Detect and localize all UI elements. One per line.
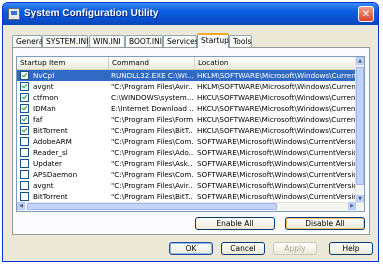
cell-location: HKCU\SOFTWARE\Microsoft\Windows\CurrentV… [197, 104, 357, 113]
list-header: Startup Item Command Location [17, 57, 364, 70]
startup-item-checkbox[interactable] [20, 137, 29, 146]
startup-item-checkbox[interactable] [20, 82, 29, 91]
cell-location: HKCU\SOFTWARE\Microsoft\Windows\CurrentV… [197, 126, 357, 135]
startup-item-checkbox[interactable] [20, 104, 29, 113]
cell-command: "C:\Program Files\Form... [111, 115, 193, 124]
cell-startup-item: faf [33, 115, 43, 124]
vertical-scroll-thumb[interactable] [356, 67, 364, 185]
cell-command: C:\WINDOWS\system... [111, 93, 193, 102]
list-row[interactable]: Reader_sl "C:\Program Files\Ado... SOFTWAR… [17, 147, 358, 158]
cell-startup-item: AdobeARM [33, 137, 72, 146]
close-button[interactable]: ✕ [358, 6, 374, 22]
cell-command: "C:\Program Files\BitT... [111, 192, 193, 201]
app-icon [8, 8, 20, 20]
startup-item-checkbox[interactable] [20, 159, 29, 168]
cell-startup-item: ctfmon [33, 93, 59, 102]
list-row[interactable]: APSDaemon "C:\Program Files\Com... SOFTWAR… [17, 169, 358, 180]
cancel-button[interactable]: Cancel [221, 242, 265, 255]
cell-startup-item: BitTorrent [33, 126, 68, 135]
title-bar[interactable]: System Configuration Utility ✕ [3, 3, 378, 25]
cell-location: SOFTWARE\Microsoft\Windows\CurrentVersio… [197, 159, 357, 168]
startup-item-checkbox[interactable] [20, 181, 29, 190]
list-row[interactable]: NvCpl RUNDLL32.EXE C:\WI... HKLM\SOFTWARE\… [17, 70, 358, 81]
tab-services[interactable]: Services [163, 35, 199, 47]
cell-command: RUNDLL32.EXE C:\WI... [111, 71, 193, 80]
list-row[interactable]: faf "C:\Program Files\Form... HKCU\SOFTWAR… [17, 114, 358, 125]
list-row[interactable]: ctfmon C:\WINDOWS\system... HKCU\SOFTWARE\… [17, 92, 358, 103]
tab-win-ini[interactable]: WIN.INI [89, 35, 125, 47]
column-header-command[interactable]: Command [109, 57, 195, 69]
cell-command: "C:\Program Files\Ado... [111, 148, 193, 157]
tab-general[interactable]: General [12, 35, 46, 47]
cell-command: E:\Internet Download ... [111, 104, 193, 113]
column-header-location[interactable]: Location [195, 57, 364, 69]
cell-startup-item: Updater [33, 159, 62, 168]
startup-item-checkbox[interactable] [20, 126, 29, 135]
enable-all-button[interactable]: Enable All [195, 217, 275, 230]
cell-command: "C:\Program Files\Com... [111, 137, 193, 146]
cell-location: SOFTWARE\Microsoft\Windows\CurrentVersio… [197, 181, 357, 190]
startup-item-checkbox[interactable] [20, 71, 29, 80]
cell-startup-item: NvCpl [33, 71, 55, 80]
disable-all-button[interactable]: Disable All [285, 217, 365, 230]
tab-boot-ini[interactable]: BOOT.INI [125, 35, 163, 47]
cell-command: "C:\Program Files\Ask... [111, 159, 193, 168]
vertical-scrollbar[interactable]: ▲ ▼ [355, 57, 364, 211]
window-title: System Configuration Utility [24, 8, 159, 19]
cell-location: HKLM\SOFTWARE\Microsoft\Windows\CurrentV… [197, 71, 357, 80]
cell-command: "C:\Program Files\Avir... [111, 181, 193, 190]
startup-item-checkbox[interactable] [20, 148, 29, 157]
cell-startup-item: IDMan [33, 104, 56, 113]
scroll-left-arrow-icon[interactable]: ◀ [17, 202, 25, 210]
startup-item-checkbox[interactable] [20, 93, 29, 102]
tab-system-ini[interactable]: SYSTEM.INI [42, 35, 88, 47]
list-row[interactable]: avgnt "C:\Program Files\Avir... HKLM\SOFTW… [17, 81, 358, 92]
column-header-startup-item[interactable]: Startup Item [17, 57, 109, 69]
startup-list[interactable]: Startup Item Command Location NvCpl RUNDL… [16, 56, 365, 212]
cell-location: SOFTWARE\Microsoft\Windows\CurrentVersio… [197, 137, 357, 146]
help-button[interactable]: Help [329, 242, 373, 255]
cell-startup-item: avgnt [33, 82, 54, 91]
tab-tools[interactable]: Tools [229, 35, 252, 47]
cell-command: "C:\Program Files\Com... [111, 170, 193, 179]
cell-location: SOFTWARE\Microsoft\Windows\CurrentVersio… [197, 192, 357, 201]
cell-location: SOFTWARE\Microsoft\Windows\CurrentVersio… [197, 170, 357, 179]
list-row[interactable]: Updater "C:\Program Files\Ask... SOFTWARE\… [17, 158, 358, 169]
cell-startup-item: Reader_sl [33, 148, 68, 157]
apply-button[interactable]: Apply [273, 242, 317, 255]
horizontal-scrollbar[interactable]: ◀ ▶ [17, 202, 364, 211]
cell-command: "C:\Program Files\BitT... [111, 126, 193, 135]
cell-location: HKCU\SOFTWARE\Microsoft\Windows\CurrentV… [197, 93, 357, 102]
list-row[interactable]: IDMan E:\Internet Download ... HKCU\SOFTWA… [17, 103, 358, 114]
system-configuration-window: System Configuration Utility ✕ General S… [2, 2, 379, 262]
ok-button[interactable]: OK [169, 242, 213, 255]
cell-location: SOFTWARE\Microsoft\Windows\CurrentVersio… [197, 148, 357, 157]
list-row[interactable]: AdobeARM "C:\Program Files\Com... SOFTWARE… [17, 136, 358, 147]
cell-command: "C:\Program Files\Avir... [111, 82, 193, 91]
cell-startup-item: avgnt [33, 181, 54, 190]
cell-startup-item: BitTorrent [33, 192, 68, 201]
startup-item-checkbox[interactable] [20, 115, 29, 124]
list-row[interactable]: BitTorrent "C:\Program Files\BitT... HKCU\… [17, 125, 358, 136]
list-row[interactable]: BitTorrent "C:\Program Files\BitT... SOFTW… [17, 191, 358, 202]
tab-startup[interactable]: Startup [197, 33, 229, 48]
cell-location: HKLM\SOFTWARE\Microsoft\Windows\CurrentV… [197, 82, 357, 91]
horizontal-scroll-thumb[interactable] [27, 203, 277, 210]
scroll-right-arrow-icon[interactable]: ▶ [348, 202, 356, 210]
cell-location: HKCU\SOFTWARE\Microsoft\Windows\CurrentV… [197, 115, 357, 124]
list-row[interactable]: avgnt "C:\Program Files\Avir... SOFTWARE\M… [17, 180, 358, 191]
scroll-up-arrow-icon[interactable]: ▲ [356, 57, 364, 65]
startup-item-checkbox[interactable] [20, 170, 29, 179]
startup-item-checkbox[interactable] [20, 192, 29, 201]
cell-startup-item: APSDaemon [33, 170, 78, 179]
